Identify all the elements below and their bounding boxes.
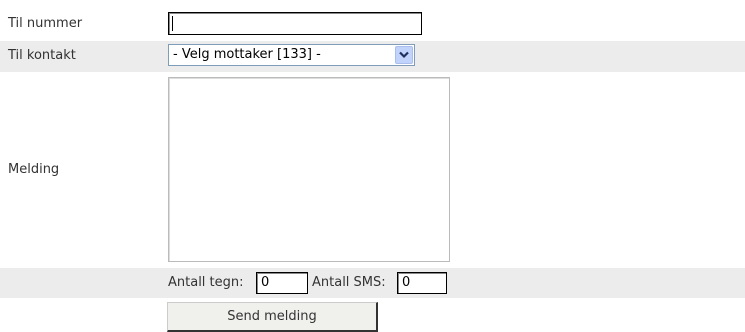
- char-count-label: Antall tegn:: [168, 275, 244, 290]
- to-number-label: Til nummer: [8, 16, 83, 31]
- to-number-input[interactable]: [168, 12, 422, 35]
- to-number-row: Til nummer: [0, 8, 745, 39]
- recipient-select[interactable]: - Velg mottaker [133] -: [168, 44, 415, 66]
- message-label: Melding: [8, 162, 60, 177]
- to-contact-label: Til kontakt: [8, 48, 76, 63]
- message-textarea[interactable]: [168, 77, 450, 262]
- sms-count-label: Antall SMS:: [312, 275, 386, 290]
- send-message-button[interactable]: Send melding: [167, 302, 378, 332]
- send-row: Send melding: [0, 300, 745, 332]
- counts-row: Antall tegn: 0 Antall SMS: 0: [0, 268, 745, 298]
- message-row: Melding: [0, 73, 745, 266]
- select-dropdown-button[interactable]: [395, 46, 413, 64]
- recipient-select-value: - Velg mottaker [133] -: [173, 47, 321, 62]
- char-count-field: 0: [256, 272, 308, 294]
- sms-count-field: 0: [397, 272, 447, 294]
- chevron-down-icon: [399, 51, 409, 59]
- to-contact-row: Til kontakt - Velg mottaker [133] -: [0, 41, 745, 72]
